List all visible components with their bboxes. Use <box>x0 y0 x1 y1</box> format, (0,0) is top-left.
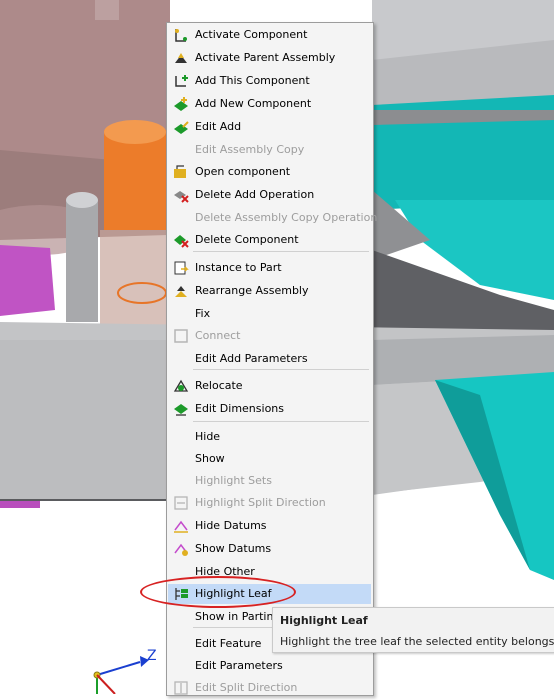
menu-item-label: Edit Dimensions <box>195 402 284 415</box>
menu-item-fix[interactable]: Fix <box>168 304 371 324</box>
menu-item-activate-component[interactable]: Activate Component <box>168 25 371 45</box>
delete-component-icon <box>173 232 189 248</box>
menu-item-label: Delete Component <box>195 233 299 246</box>
menu-item-label: Activate Parent Assembly <box>195 51 336 64</box>
menu-item-label: Highlight Sets <box>195 474 272 487</box>
menu-item-instance-to-part[interactable]: Instance to Part <box>168 258 371 278</box>
menu-item-hide-datums[interactable]: Hide Datums <box>168 516 371 536</box>
tooltip-body: Highlight the tree leaf the selected ent… <box>280 635 554 648</box>
menu-separator <box>193 369 369 370</box>
menu-item-edit-dimensions[interactable]: Edit Dimensions <box>168 399 371 419</box>
menu-item-hide[interactable]: Hide <box>168 427 371 447</box>
add-this-component-icon <box>173 73 189 89</box>
connect-icon <box>173 328 189 344</box>
open-component-icon <box>173 164 189 180</box>
menu-item-label: Activate Component <box>195 28 308 41</box>
menu-item-label: Hide Other <box>195 565 255 578</box>
context-menu: Activate Component Activate Parent Assemb… <box>166 22 377 698</box>
menu-item-label: Edit Add Parameters <box>195 352 308 365</box>
menu-item-label: Connect <box>195 329 241 342</box>
highlight-split-direction-icon <box>173 495 189 511</box>
menu-item-show-datums[interactable]: Show Datums <box>168 539 371 559</box>
menu-item-label: Show <box>195 452 225 465</box>
menu-item-label: Rearrange Assembly <box>195 284 309 297</box>
rearrange-assembly-icon <box>173 283 189 299</box>
menu-item-highlight-sets: Highlight Sets <box>168 471 371 491</box>
menu-item-label: Highlight Split Direction <box>195 496 326 509</box>
menu-item-highlight-split-direction: Highlight Split Direction <box>168 493 371 513</box>
menu-item-label: Fix <box>195 307 211 320</box>
menu-item-hide-other[interactable]: Hide Other <box>168 562 371 582</box>
menu-item-rearrange-assembly[interactable]: Rearrange Assembly <box>168 281 371 301</box>
add-new-component-icon <box>173 96 189 112</box>
menu-item-edit-add-parameters[interactable]: Edit Add Parameters <box>168 349 371 369</box>
edit-dimensions-icon <box>173 401 189 417</box>
menu-item-label: Edit Split Direction <box>195 681 298 694</box>
menu-item-edit-split-direction: Edit Split Direction <box>168 678 371 698</box>
menu-item-delete-add-operation[interactable]: Delete Add Operation <box>168 185 371 205</box>
menu-item-label: Open component <box>195 165 291 178</box>
menu-item-label: Instance to Part <box>195 261 282 274</box>
menu-item-label: Hide Datums <box>195 519 267 532</box>
menu-item-delete-component[interactable]: Delete Component <box>168 230 371 250</box>
menu-item-label: Hide <box>195 430 221 443</box>
menu-item-edit-add[interactable]: Edit Add <box>168 117 371 137</box>
menu-item-label: Relocate <box>195 379 243 392</box>
z-axis-label: Z <box>147 648 157 664</box>
menu-item-label: Edit Feature <box>195 637 262 650</box>
menu-item-delete-assembly-copy-operation: Delete Assembly Copy Operation <box>168 208 377 228</box>
menu-item-highlight-leaf[interactable]: Highlight Leaf <box>168 584 371 604</box>
tooltip-title: Highlight Leaf <box>280 614 368 627</box>
menu-item-label: Add This Component <box>195 74 310 87</box>
delete-add-operation-icon <box>173 187 189 203</box>
activate-parent-assembly-icon <box>173 50 189 66</box>
menu-item-add-new-component[interactable]: Add New Component <box>168 94 371 114</box>
relocate-icon <box>173 378 189 394</box>
menu-item-label: Delete Assembly Copy Operation <box>195 211 378 224</box>
menu-item-label: Show Datums <box>195 542 272 555</box>
menu-item-relocate[interactable]: Relocate <box>168 376 371 396</box>
menu-item-connect: Connect <box>168 326 371 346</box>
show-datums-icon <box>173 541 189 557</box>
menu-item-label: Edit Add <box>195 120 242 133</box>
menu-separator <box>193 251 369 252</box>
activate-component-icon <box>173 27 189 43</box>
menu-item-label: Show in Parting <box>195 610 281 623</box>
hide-datums-icon <box>173 518 189 534</box>
menu-item-label: Edit Parameters <box>195 659 283 672</box>
menu-item-label: Add New Component <box>195 97 312 110</box>
menu-item-activate-parent-assembly[interactable]: Activate Parent Assembly <box>168 48 371 68</box>
edit-add-icon <box>173 119 189 135</box>
menu-item-label: Delete Add Operation <box>195 188 315 201</box>
menu-item-edit-assembly-copy: Edit Assembly Copy <box>168 140 371 160</box>
menu-item-add-this-component[interactable]: Add This Component <box>168 71 371 91</box>
menu-item-edit-parameters[interactable]: Edit Parameters <box>168 656 371 676</box>
menu-separator <box>193 421 369 422</box>
menu-item-open-component[interactable]: Open component <box>168 162 371 182</box>
menu-item-show[interactable]: Show <box>168 449 371 469</box>
menu-item-label: Edit Assembly Copy <box>195 143 305 156</box>
instance-to-part-icon <box>173 260 189 276</box>
highlight-leaf-icon <box>173 586 189 602</box>
tooltip: Highlight Leaf Highlight the tree leaf t… <box>272 607 554 653</box>
menu-item-label: Highlight Leaf <box>195 587 272 600</box>
